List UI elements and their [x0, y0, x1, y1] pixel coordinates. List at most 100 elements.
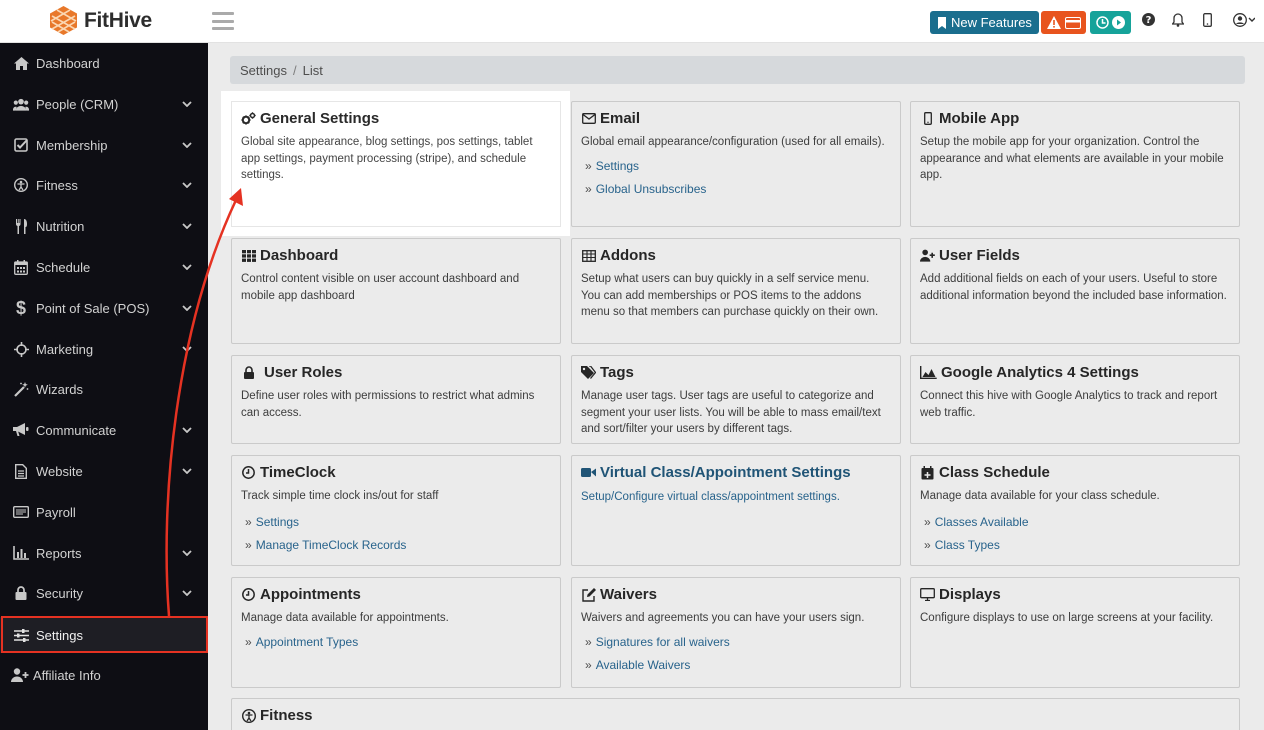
card-waivers[interactable]: Waivers Waivers and agreements you can h…	[571, 577, 901, 688]
card-desc: Control content visible on user account …	[241, 273, 520, 302]
area-chart-icon	[920, 365, 937, 380]
card-user-roles[interactable]: User Roles Define user roles with permis…	[231, 355, 561, 444]
check-square-icon	[13, 137, 29, 153]
breadcrumb-settings[interactable]: Settings	[240, 63, 287, 78]
sidebar-item-payroll[interactable]: Payroll	[0, 492, 208, 532]
card-appointments[interactable]: Appointments Manage data available for a…	[231, 577, 561, 688]
new-features-label: New Features	[951, 15, 1032, 30]
card-desc[interactable]: Setup/Configure virtual class/appointmen…	[581, 489, 891, 506]
hamburger-menu-icon[interactable]	[212, 12, 234, 30]
manage-timeclock-records-link[interactable]: » Manage TimeClock Records	[245, 538, 551, 552]
sidebar-item-nutrition[interactable]: Nutrition	[0, 206, 208, 246]
bell-icon[interactable]	[1172, 13, 1184, 27]
sidebar-item-dashboard[interactable]: Dashboard	[0, 43, 208, 83]
card-dashboard[interactable]: Dashboard Control content visible on use…	[231, 238, 561, 344]
user-account-icon[interactable]	[1233, 13, 1255, 27]
card-desc: Manage data available for your class sch…	[920, 490, 1160, 502]
sidebar-item-label: Point of Sale (POS)	[36, 300, 150, 316]
card-tags[interactable]: Tags Manage user tags. User tags are use…	[571, 355, 901, 444]
alerts-button[interactable]	[1041, 11, 1086, 34]
card-title: Tags	[600, 364, 634, 381]
chevron-down-icon	[182, 305, 192, 311]
appointment-types-link[interactable]: » Appointment Types	[245, 635, 551, 649]
envelope-icon	[581, 111, 596, 126]
sidebar-item-label: Fitness	[36, 177, 78, 193]
sidebar-item-pos[interactable]: $ Point of Sale (POS)	[0, 288, 208, 328]
classes-available-link[interactable]: » Classes Available	[924, 515, 1230, 529]
file-icon	[13, 463, 29, 479]
available-waivers-link[interactable]: » Available Waivers	[585, 658, 891, 672]
table-icon	[581, 248, 596, 263]
new-features-button[interactable]: New Features	[930, 11, 1039, 34]
sidebar-item-people[interactable]: People (CRM)	[0, 84, 208, 124]
sidebar-item-label: Communicate	[36, 422, 117, 438]
card-google-analytics[interactable]: Google Analytics 4 Settings Connect this…	[910, 355, 1240, 444]
sidebar-item-affiliate[interactable]: Affiliate Info	[0, 655, 208, 695]
card-title: Email	[600, 110, 641, 127]
card-desc: Add additional fields on each of your us…	[920, 273, 1227, 302]
chevron-down-icon	[182, 101, 192, 107]
video-camera-icon	[581, 465, 596, 480]
card-desc: Global site appearance, blog settings, p…	[241, 136, 533, 181]
sidebar-item-label: People (CRM)	[36, 96, 119, 112]
utensils-icon	[13, 218, 29, 234]
tablet-icon[interactable]	[1203, 13, 1212, 27]
global-unsubscribes-link[interactable]: » Global Unsubscribes	[585, 182, 891, 196]
card-general-settings[interactable]: General Settings Global site appearance,…	[231, 101, 561, 227]
card-displays[interactable]: Displays Configure displays to use on la…	[910, 577, 1240, 688]
svg-text:?: ?	[1146, 15, 1152, 26]
grid-icon	[241, 248, 256, 263]
crosshair-icon	[13, 341, 29, 357]
users-icon	[13, 96, 29, 112]
chevron-down-icon	[182, 182, 192, 188]
card-class-schedule[interactable]: Class Schedule Manage data available for…	[910, 455, 1240, 566]
warning-icon	[1046, 16, 1061, 29]
class-types-link[interactable]: » Class Types	[924, 538, 1230, 552]
card-mobile-app[interactable]: Mobile App Setup the mobile app for your…	[910, 101, 1240, 227]
sidebar-item-schedule[interactable]: Schedule	[0, 247, 208, 287]
sidebar-item-label: Security	[36, 585, 83, 601]
card-email[interactable]: Email Global email appearance/configurat…	[571, 101, 901, 227]
card-fitness[interactable]: Fitness	[231, 698, 1240, 730]
dollar-icon: $	[15, 297, 26, 318]
credit-card-icon	[1064, 16, 1081, 29]
email-settings-link[interactable]: » Settings	[585, 159, 891, 173]
chevron-down-icon	[182, 264, 192, 270]
card-timeclock[interactable]: TimeClock Track simple time clock ins/ou…	[231, 455, 561, 566]
clock-icon	[241, 465, 256, 480]
card-addons[interactable]: Addons Setup what users can buy quickly …	[571, 238, 901, 344]
card-title: Addons	[600, 247, 656, 264]
sidebar-item-communicate[interactable]: Communicate	[0, 410, 208, 450]
card-title: Appointments	[260, 586, 361, 603]
card-virtual-class[interactable]: Virtual Class/Appointment Settings Setup…	[571, 455, 901, 566]
signatures-link[interactable]: » Signatures for all waivers	[585, 635, 891, 649]
card-title: Mobile App	[939, 110, 1020, 127]
user-plus-icon	[11, 667, 29, 683]
sidebar-item-website[interactable]: Website	[0, 451, 208, 491]
sidebar-item-wizards[interactable]: Wizards	[0, 369, 208, 409]
chevron-down-icon	[182, 223, 192, 229]
logo[interactable]: FitHive	[48, 5, 152, 36]
timeclock-button[interactable]	[1090, 11, 1131, 34]
sidebar-item-reports[interactable]: Reports	[0, 533, 208, 573]
card-title: User Fields	[939, 247, 1020, 264]
sidebar-item-fitness[interactable]: Fitness	[0, 165, 208, 205]
card-desc: Connect this hive with Google Analytics …	[920, 390, 1218, 419]
card-desc: Manage data available for appointments.	[241, 612, 449, 624]
sidebar-item-marketing[interactable]: Marketing	[0, 329, 208, 369]
sidebar-item-security[interactable]: Security	[0, 573, 208, 613]
card-desc: Define user roles with permissions to re…	[241, 390, 535, 419]
calendar-icon	[13, 259, 29, 275]
card-title: Displays	[939, 586, 1001, 603]
chevron-down-icon	[182, 427, 192, 433]
fitness-icon	[241, 708, 256, 723]
logo-text: FitHive	[84, 8, 152, 32]
card-user-fields[interactable]: User Fields Add additional fields on eac…	[910, 238, 1240, 344]
calendar-plus-icon	[920, 465, 935, 480]
sidebar-item-membership[interactable]: Membership	[0, 125, 208, 165]
chevron-down-icon	[182, 468, 192, 474]
card-desc: Manage user tags. User tags are useful t…	[581, 390, 881, 435]
help-icon[interactable]: ?	[1142, 13, 1155, 26]
timeclock-settings-link[interactable]: » Settings	[245, 515, 551, 529]
breadcrumb: Settings / List	[230, 56, 1245, 84]
